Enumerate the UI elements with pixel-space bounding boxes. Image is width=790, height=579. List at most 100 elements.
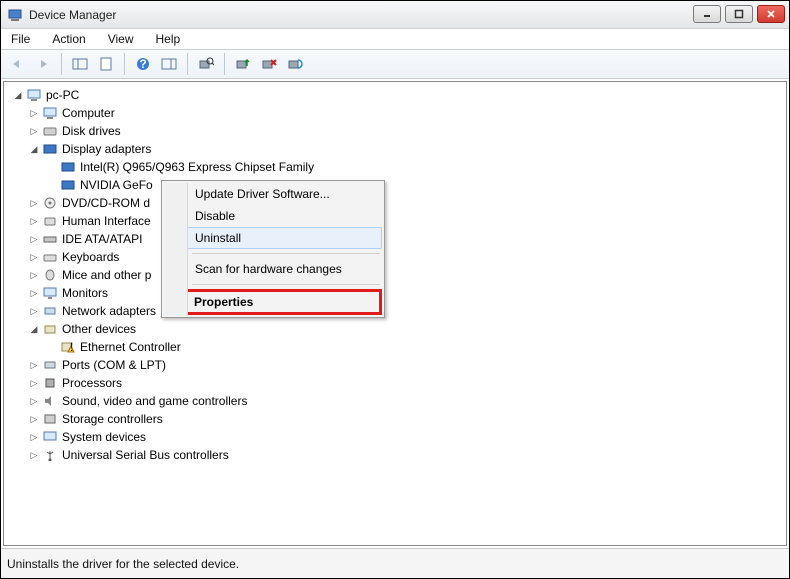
menu-view[interactable]: View	[104, 31, 138, 47]
tree-ports[interactable]: ▷ Ports (COM & LPT)	[6, 356, 784, 374]
disk-icon	[42, 123, 58, 139]
ctx-uninstall[interactable]: Uninstall	[164, 227, 382, 249]
tree-storage[interactable]: ▷ Storage controllers	[6, 410, 784, 428]
ctx-label: Update Driver Software...	[195, 187, 330, 201]
expand-icon[interactable]: ▷	[28, 431, 40, 443]
close-button[interactable]	[757, 5, 785, 23]
optical-drive-icon	[42, 195, 58, 211]
collapse-icon[interactable]: ◢	[12, 89, 24, 101]
tree-dvd[interactable]: ▷ DVD/CD-ROM d	[6, 194, 784, 212]
ctx-scan-hardware[interactable]: Scan for hardware changes	[164, 258, 382, 280]
storage-icon	[42, 411, 58, 427]
toolbar-separator	[224, 53, 225, 75]
device-tree[interactable]: ◢ pc-PC ▷ Computer ▷ Disk drives ◢ Displ…	[3, 81, 787, 546]
tree-usb[interactable]: ▷ Universal Serial Bus controllers	[6, 446, 784, 464]
maximize-button[interactable]	[725, 5, 753, 23]
tree-network-adapters[interactable]: ▷ Network adapters	[6, 302, 784, 320]
back-button[interactable]	[5, 52, 29, 76]
no-expand-icon	[46, 341, 58, 353]
ctx-properties[interactable]: Properties	[164, 289, 382, 315]
no-expand-icon	[46, 179, 58, 191]
expand-icon[interactable]: ▷	[28, 395, 40, 407]
device-manager-window: Device Manager File Action View Help ? ◢	[0, 0, 790, 579]
app-icon	[7, 7, 23, 23]
computer-icon	[42, 105, 58, 121]
menu-help[interactable]: Help	[152, 31, 185, 47]
status-bar: Uninstalls the driver for the selected d…	[1, 548, 789, 578]
warning-device-icon: !	[60, 339, 76, 355]
tree-hid[interactable]: ▷ Human Interface	[6, 212, 784, 230]
tree-disk-drives[interactable]: ▷ Disk drives	[6, 122, 784, 140]
uninstall-button[interactable]	[257, 52, 281, 76]
window-buttons	[689, 5, 785, 25]
expand-icon[interactable]: ▷	[28, 107, 40, 119]
ctx-label: Scan for hardware changes	[195, 262, 342, 276]
show-hide-console-tree-button[interactable]	[68, 52, 92, 76]
expand-icon[interactable]: ▷	[28, 233, 40, 245]
update-driver-button[interactable]	[231, 52, 255, 76]
toolbar-separator	[124, 53, 125, 75]
collapse-icon[interactable]: ◢	[28, 143, 40, 155]
svg-text:!: !	[70, 341, 73, 353]
tree-display-adapters[interactable]: ◢ Display adapters	[6, 140, 784, 158]
ctx-disable[interactable]: Disable	[164, 205, 382, 227]
sound-icon	[42, 393, 58, 409]
expand-icon[interactable]: ▷	[28, 413, 40, 425]
expand-icon[interactable]: ▷	[28, 215, 40, 227]
hid-icon	[42, 213, 58, 229]
other-devices-icon	[42, 321, 58, 337]
scan-hardware-button[interactable]	[194, 52, 218, 76]
tree-mice[interactable]: ▷ Mice and other p	[6, 266, 784, 284]
usb-icon	[42, 447, 58, 463]
context-menu-gutter	[164, 183, 188, 315]
display-adapter-icon	[42, 141, 58, 157]
properties-button[interactable]	[94, 52, 118, 76]
disable-button[interactable]	[283, 52, 307, 76]
mouse-icon	[42, 267, 58, 283]
menu-file[interactable]: File	[7, 31, 34, 47]
expand-icon[interactable]: ▷	[28, 305, 40, 317]
forward-button[interactable]	[31, 52, 55, 76]
tree-nvidia-adapter[interactable]: NVIDIA GeFo	[6, 176, 784, 194]
expand-icon[interactable]: ▷	[28, 287, 40, 299]
tree-keyboards[interactable]: ▷ Keyboards	[6, 248, 784, 266]
tree-ide[interactable]: ▷ IDE ATA/ATAPI	[6, 230, 784, 248]
tree-other-devices[interactable]: ◢ Other devices	[6, 320, 784, 338]
action-pane-button[interactable]	[157, 52, 181, 76]
tree-ethernet-controller[interactable]: ! Ethernet Controller	[6, 338, 784, 356]
computer-icon	[26, 87, 42, 103]
svg-text:?: ?	[139, 57, 146, 71]
expand-icon[interactable]: ▷	[28, 251, 40, 263]
minimize-button[interactable]	[693, 5, 721, 23]
ctx-update-driver[interactable]: Update Driver Software...	[164, 183, 382, 205]
processor-icon	[42, 375, 58, 391]
system-devices-icon	[42, 429, 58, 445]
tree-root[interactable]: ◢ pc-PC	[6, 86, 784, 104]
keyboard-icon	[42, 249, 58, 265]
expand-icon[interactable]: ▷	[28, 125, 40, 137]
tree-system-devices[interactable]: ▷ System devices	[6, 428, 784, 446]
menu-action[interactable]: Action	[48, 31, 89, 47]
display-adapter-icon	[60, 177, 76, 193]
tree-computer[interactable]: ▷ Computer	[6, 104, 784, 122]
expand-icon[interactable]: ▷	[28, 449, 40, 461]
expand-icon[interactable]: ▷	[28, 377, 40, 389]
monitor-icon	[42, 285, 58, 301]
help-button[interactable]: ?	[131, 52, 155, 76]
expand-icon[interactable]: ▷	[28, 197, 40, 209]
tree-label: DVD/CD-ROM d	[62, 196, 150, 210]
tree-label: Human Interface	[62, 214, 151, 228]
tree-label: Processors	[62, 376, 122, 390]
tree-processors[interactable]: ▷ Processors	[6, 374, 784, 392]
tree-sound[interactable]: ▷ Sound, video and game controllers	[6, 392, 784, 410]
tree-label: Universal Serial Bus controllers	[62, 448, 229, 462]
collapse-icon[interactable]: ◢	[28, 323, 40, 335]
context-menu-separator	[192, 253, 380, 254]
tree-intel-adapter[interactable]: Intel(R) Q965/Q963 Express Chipset Famil…	[6, 158, 784, 176]
tree-monitors[interactable]: ▷ Monitors	[6, 284, 784, 302]
display-adapter-icon	[60, 159, 76, 175]
ide-icon	[42, 231, 58, 247]
expand-icon[interactable]: ▷	[28, 269, 40, 281]
network-icon	[42, 303, 58, 319]
expand-icon[interactable]: ▷	[28, 359, 40, 371]
